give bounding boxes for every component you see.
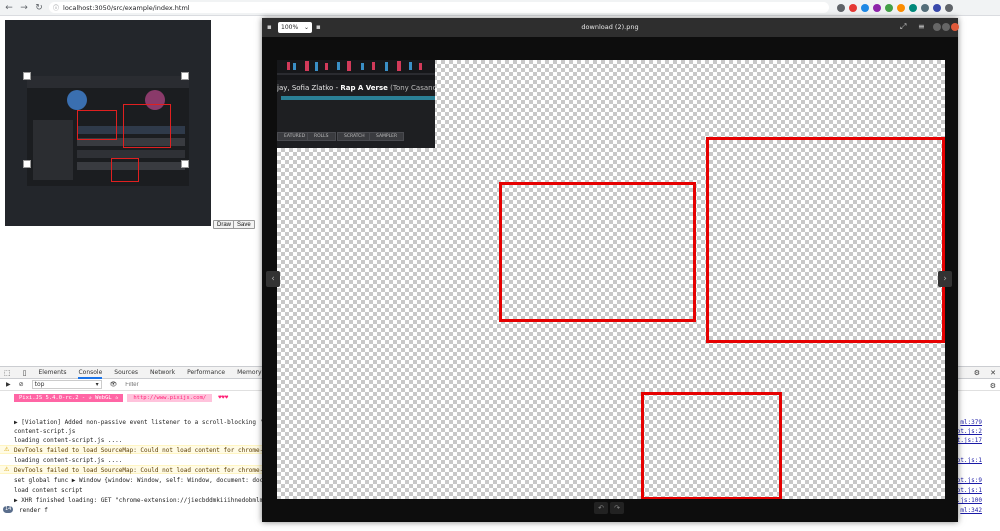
plus-icon[interactable]: ▪ — [316, 23, 321, 31]
log-line: content-script.js — [14, 428, 76, 435]
puzzle-icon[interactable] — [921, 3, 929, 12]
red-rectangle — [706, 137, 945, 343]
gear-icon[interactable]: ⚙ — [974, 369, 980, 377]
next-image-icon[interactable]: › — [938, 271, 952, 287]
log-line: DevTools failed to load SourceMap: Could… — [14, 447, 289, 454]
log-line: ▶ XHR finished loading: GET "chrome-exte… — [14, 497, 285, 504]
source-link[interactable]: ot.js:1 — [957, 457, 982, 464]
warning-icon: ⚠ — [4, 446, 10, 453]
waveform — [277, 60, 435, 80]
pad-scratch-button: SCRATCH — [337, 132, 372, 141]
source-link[interactable]: ml:342 — [960, 507, 982, 514]
log-line: DevTools failed to load SourceMap: Could… — [14, 467, 289, 474]
rotate-left-icon[interactable]: ↶ — [594, 502, 608, 514]
extension-icon[interactable] — [873, 3, 881, 12]
pad-rolls-button: ROLLS — [307, 132, 336, 141]
inspect-icon[interactable]: ⬚ — [4, 369, 11, 377]
selection-rect — [123, 104, 171, 148]
minimize-icon[interactable] — [933, 23, 941, 31]
resize-handle-bottom-right[interactable] — [181, 160, 189, 168]
close-icon[interactable]: ✕ — [990, 369, 996, 377]
extension-icons — [837, 3, 953, 12]
context-select[interactable]: top ▾ — [31, 380, 102, 389]
pixi-canvas[interactable] — [5, 20, 211, 226]
log-line: ▶ [Violation] Added non-passive event li… — [14, 419, 285, 426]
tab-elements[interactable]: Elements — [38, 369, 66, 376]
tab-memory[interactable]: Memory — [237, 369, 261, 376]
source-link[interactable]: ot.js:2 — [957, 428, 982, 435]
extension-icon[interactable] — [885, 3, 893, 12]
menu-icon[interactable] — [945, 3, 953, 12]
bookmark-icon[interactable] — [837, 3, 845, 12]
draw-button[interactable]: Draw — [213, 220, 236, 229]
pixi-banner: Pixi.JS 5.4.0-rc.2 - ✰ WebGL ✰ http://ww… — [14, 394, 228, 402]
resize-handle-top-right[interactable] — [181, 72, 189, 80]
selection-rect — [111, 158, 139, 182]
close-icon[interactable] — [951, 23, 959, 31]
red-rectangle — [641, 392, 782, 499]
viewer-footer: ↶ ↷ — [594, 502, 624, 514]
menu-icon[interactable]: ≡ — [918, 22, 925, 31]
settings-icon[interactable]: ⚙ — [990, 382, 996, 390]
info-icon: ⓘ — [53, 5, 60, 12]
resize-handle-bottom-left[interactable] — [23, 160, 31, 168]
play-icon[interactable]: ▶ — [6, 381, 11, 388]
eye-icon[interactable]: 👁 — [110, 381, 118, 388]
extension-icon[interactable] — [909, 3, 917, 12]
resize-handle-top-left[interactable] — [23, 72, 31, 80]
fullscreen-icon[interactable]: ⤢ — [900, 22, 906, 32]
tab-console[interactable]: Console — [78, 367, 103, 379]
source-link[interactable]: ot.js:1 — [957, 487, 982, 494]
url-text: localhost:3050/src/example/index.html — [63, 3, 190, 12]
back-arrow-icon[interactable]: ← — [3, 2, 15, 14]
device-icon[interactable]: ▯ — [23, 369, 27, 377]
forward-arrow-icon[interactable]: → — [18, 2, 30, 14]
avatar[interactable] — [933, 3, 941, 12]
screenshot-thumbnail — [27, 76, 189, 186]
tab-network[interactable]: Network — [150, 369, 175, 376]
browser-toolbar: ← → ↻ ⓘ localhost:3050/src/example/index… — [0, 0, 1000, 16]
log-line: render f — [19, 507, 48, 514]
extension-icon[interactable] — [849, 3, 857, 12]
viewer-title: download (2).png — [581, 23, 639, 31]
pixi-hearts: ♥♥♥ — [218, 395, 229, 401]
log-line: loading content-script.js .... — [14, 437, 123, 444]
log-line: set global func ▶ Window {window: Window… — [14, 477, 285, 484]
viewer-image[interactable]: jay, Sofia Zlatko - Rap A Verse (Tony Ca… — [277, 60, 945, 499]
maximize-icon[interactable] — [942, 23, 950, 31]
track-info: jay, Sofia Zlatko - Rap A Verse (Tony Ca… — [277, 84, 435, 92]
extension-icon[interactable] — [861, 3, 869, 12]
image-viewer: ▪ download (2).png 100% ⌄ ▪ ⤢ ≡ jay, Sofi… — [262, 18, 959, 522]
save-button[interactable]: Save — [233, 220, 255, 229]
log-line: load content script — [14, 487, 83, 494]
pixi-link[interactable]: http://www.pixijs.com/ — [127, 394, 213, 402]
image-snippet: jay, Sofia Zlatko - Rap A Verse (Tony Ca… — [277, 60, 435, 148]
log-line: loading content-script.js .... — [14, 457, 123, 464]
source-link[interactable]: ot.js:9 — [957, 477, 982, 484]
extension-icon[interactable] — [897, 3, 905, 12]
prev-image-icon[interactable]: ‹ — [266, 271, 280, 287]
repeat-count-badge: 14 — [3, 506, 14, 513]
filter-input[interactable] — [125, 380, 256, 389]
tab-performance[interactable]: Performance — [187, 369, 225, 376]
selection-rect — [77, 110, 117, 140]
address-bar[interactable]: ⓘ localhost:3050/src/example/index.html — [49, 2, 829, 13]
clear-icon[interactable]: ⊘ — [19, 381, 24, 388]
track-waveform-bar — [281, 96, 435, 100]
pixi-version: Pixi.JS 5.4.0-rc.2 - ✰ WebGL ✰ — [14, 394, 124, 402]
tab-sources[interactable]: Sources — [114, 369, 138, 376]
reload-icon[interactable]: ↻ — [33, 2, 45, 14]
pad-sampler-button: SAMPLER — [369, 132, 405, 141]
source-link[interactable]: ml:379 — [960, 419, 982, 426]
red-rectangle — [499, 182, 696, 322]
zoom-select[interactable]: 100% ⌄ — [278, 22, 312, 33]
viewer-header: ▪ download (2).png 100% ⌄ ▪ ⤢ ≡ — [262, 18, 959, 37]
warning-icon: ⚠ — [4, 466, 10, 473]
rotate-right-icon[interactable]: ↷ — [610, 502, 624, 514]
